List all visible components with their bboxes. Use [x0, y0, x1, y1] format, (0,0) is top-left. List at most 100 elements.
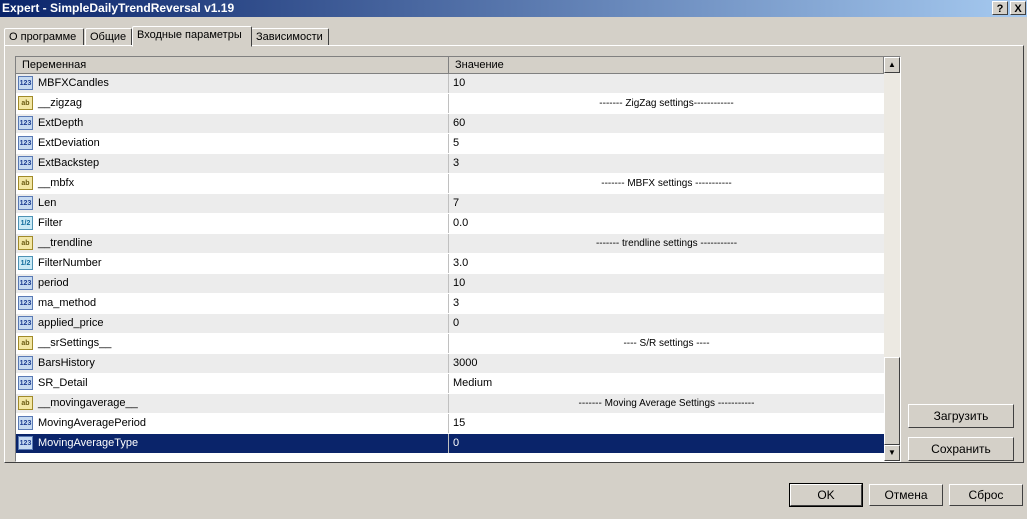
- table-row[interactable]: 123 ExtBackstep 3: [16, 154, 884, 174]
- load-button[interactable]: Загрузить: [908, 404, 1014, 428]
- value-cell[interactable]: 0: [449, 434, 884, 453]
- variable-cell[interactable]: 123 ma_method: [16, 294, 449, 313]
- integer-type-icon: 123: [18, 416, 33, 430]
- variable-cell[interactable]: 1/2 FilterNumber: [16, 254, 449, 273]
- variable-name: __mbfx: [38, 177, 75, 189]
- variable-name: MovingAveragePeriod: [38, 417, 147, 429]
- integer-type-icon: 123: [18, 116, 33, 130]
- variable-cell[interactable]: 123 ExtDepth: [16, 114, 449, 133]
- variable-cell[interactable]: 123 period: [16, 274, 449, 293]
- table-row[interactable]: 123 MovingAveragePeriod 15: [16, 414, 884, 434]
- value-cell[interactable]: 10: [449, 74, 884, 93]
- variable-name: __srSettings__: [38, 337, 112, 349]
- variable-cell[interactable]: 123 MovingAverageType: [16, 434, 449, 453]
- variable-name: ExtDepth: [38, 117, 84, 129]
- variable-name: ExtBackstep: [38, 157, 100, 169]
- variable-cell[interactable]: 123 MovingAveragePeriod: [16, 414, 449, 433]
- variable-cell[interactable]: 123 ExtBackstep: [16, 154, 449, 173]
- string-type-icon: ab: [18, 336, 33, 350]
- value-cell[interactable]: 0: [449, 314, 884, 333]
- value-cell[interactable]: 0.0: [449, 214, 884, 233]
- variable-cell[interactable]: 123 SR_Detail: [16, 374, 449, 393]
- variable-name: __movingaverage__: [38, 397, 138, 409]
- string-type-icon: ab: [18, 176, 33, 190]
- variable-cell[interactable]: 123 ExtDeviation: [16, 134, 449, 153]
- reset-button[interactable]: Сброс: [949, 484, 1023, 506]
- scroll-down-icon[interactable]: ▼: [884, 445, 900, 461]
- value-cell[interactable]: 5: [449, 134, 884, 153]
- tab-dependencies[interactable]: Зависимости: [251, 28, 329, 46]
- table-row[interactable]: 123 MovingAverageType 0: [16, 434, 884, 454]
- variable-name: MBFXCandles: [38, 77, 109, 89]
- table-row[interactable]: 123 MBFXCandles 10: [16, 74, 884, 94]
- value-cell[interactable]: ------- trendline settings -----------: [449, 234, 884, 253]
- value-cell[interactable]: Medium: [449, 374, 884, 393]
- variable-name: __zigzag: [38, 97, 83, 109]
- double-type-icon: 1/2: [18, 256, 33, 270]
- help-button[interactable]: ?: [992, 1, 1008, 15]
- value-cell[interactable]: 7: [449, 194, 884, 213]
- tab-about[interactable]: О программе: [4, 28, 84, 46]
- variable-cell[interactable]: 1/2 Filter: [16, 214, 449, 233]
- variable-cell[interactable]: 123 BarsHistory: [16, 354, 449, 373]
- table-row[interactable]: ab __mbfx ------- MBFX settings ----------…: [16, 174, 884, 194]
- table-row[interactable]: 123 ma_method 3: [16, 294, 884, 314]
- table-row[interactable]: 123 ExtDepth 60: [16, 114, 884, 134]
- variable-cell[interactable]: ab __movingaverage__: [16, 394, 449, 413]
- integer-type-icon: 123: [18, 196, 33, 210]
- value-cell[interactable]: 60: [449, 114, 884, 133]
- string-type-icon: ab: [18, 396, 33, 410]
- table-row[interactable]: ab __zigzag ------- ZigZag settings-------…: [16, 94, 884, 114]
- variable-cell[interactable]: ab __trendline: [16, 234, 449, 253]
- variable-name: Filter: [38, 217, 63, 229]
- table-row[interactable]: 123 Len 7: [16, 194, 884, 214]
- variable-cell[interactable]: ab __mbfx: [16, 174, 449, 193]
- value-cell[interactable]: 15: [449, 414, 884, 433]
- integer-type-icon: 123: [18, 156, 33, 170]
- variable-name: ma_method: [38, 297, 97, 309]
- value-cell[interactable]: ------- ZigZag settings------------: [449, 94, 884, 113]
- value-cell[interactable]: 10: [449, 274, 884, 293]
- scroll-up-icon[interactable]: ▲: [884, 57, 900, 73]
- variable-name: BarsHistory: [38, 357, 95, 369]
- value-cell[interactable]: 3: [449, 294, 884, 313]
- variable-cell[interactable]: ab __srSettings__: [16, 334, 449, 353]
- table-row[interactable]: ab __trendline ------- trendline settings …: [16, 234, 884, 254]
- variable-cell[interactable]: ab __zigzag: [16, 94, 449, 113]
- table-row[interactable]: ab __srSettings__ ---- S/R settings ----: [16, 334, 884, 354]
- value-cell[interactable]: ------- Moving Average Settings --------…: [449, 394, 884, 413]
- table-row[interactable]: 123 period 10: [16, 274, 884, 294]
- header-variable[interactable]: Переменная: [16, 57, 449, 73]
- table-row[interactable]: ab __movingaverage__ ------- Moving Averag…: [16, 394, 884, 414]
- table-row[interactable]: 123 applied_price 0: [16, 314, 884, 334]
- cancel-button[interactable]: Отмена: [869, 484, 943, 506]
- close-button[interactable]: X: [1010, 1, 1026, 15]
- table-row[interactable]: 1/2 Filter 0.0: [16, 214, 884, 234]
- variable-name: SR_Detail: [38, 377, 88, 389]
- value-cell[interactable]: 3000: [449, 354, 884, 373]
- value-cell[interactable]: ---- S/R settings ----: [449, 334, 884, 353]
- integer-type-icon: 123: [18, 356, 33, 370]
- string-type-icon: ab: [18, 96, 33, 110]
- table-row[interactable]: 123 SR_Detail Medium: [16, 374, 884, 394]
- table-row[interactable]: 123 ExtDeviation 5: [16, 134, 884, 154]
- integer-type-icon: 123: [18, 436, 33, 450]
- variable-cell[interactable]: 123 MBFXCandles: [16, 74, 449, 93]
- tab-common[interactable]: Общие: [85, 28, 132, 46]
- value-cell[interactable]: 3.0: [449, 254, 884, 273]
- save-button[interactable]: Сохранить: [908, 437, 1014, 461]
- grid-rows: 123 MBFXCandles 10 ab __zigzag ------- ZigZag…: [16, 74, 884, 454]
- value-cell[interactable]: 3: [449, 154, 884, 173]
- vertical-scrollbar[interactable]: ▲ ▼: [884, 57, 900, 461]
- ok-button[interactable]: OK: [789, 483, 863, 507]
- table-row[interactable]: 123 BarsHistory 3000: [16, 354, 884, 374]
- value-cell[interactable]: ------- MBFX settings -----------: [449, 174, 884, 193]
- variable-cell[interactable]: 123 applied_price: [16, 314, 449, 333]
- variable-cell[interactable]: 123 Len: [16, 194, 449, 213]
- double-type-icon: 1/2: [18, 216, 33, 230]
- tab-inputs[interactable]: Входные параметры: [132, 26, 252, 47]
- variable-name: FilterNumber: [38, 257, 102, 269]
- table-row[interactable]: 1/2 FilterNumber 3.0: [16, 254, 884, 274]
- header-value[interactable]: Значение: [449, 57, 884, 73]
- scroll-thumb[interactable]: [884, 357, 900, 445]
